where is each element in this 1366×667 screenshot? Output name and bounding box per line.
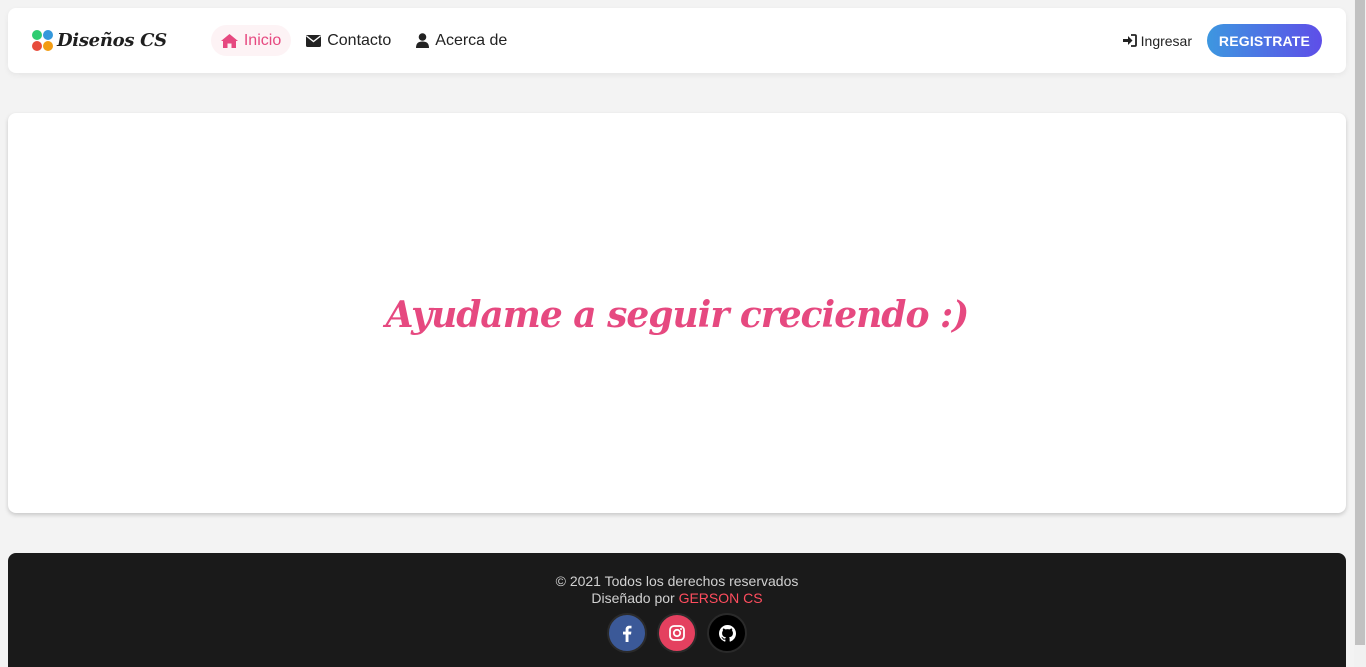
sign-in-icon <box>1122 34 1137 47</box>
nav-item-label: Contacto <box>327 31 392 49</box>
facebook-icon <box>623 625 632 642</box>
vertical-scrollbar[interactable] <box>1354 0 1366 667</box>
register-button[interactable]: REGISTRATE <box>1207 24 1322 57</box>
login-link[interactable]: Ingresar <box>1122 32 1192 49</box>
envelope-icon <box>306 34 322 47</box>
main-nav: Inicio Contacto Acerca de <box>210 25 522 56</box>
footer: © 2021 Todos los derechos reservados Dis… <box>8 553 1346 667</box>
nav-item-inicio[interactable]: Inicio <box>210 25 292 56</box>
copyright-text: © 2021 Todos los derechos reservados <box>555 573 799 589</box>
author-link[interactable]: GERSON CS <box>679 590 763 606</box>
user-icon <box>416 33 430 48</box>
instagram-icon <box>669 625 685 641</box>
social-links <box>8 613 1346 653</box>
github-link[interactable] <box>707 613 747 653</box>
page: Diseños CS Inicio Contacto Acerca de Ing… <box>0 0 1354 667</box>
hero-heading: Ayudame a seguir creciendo :) <box>385 294 970 336</box>
designed-by-label: Diseñado por <box>591 590 675 606</box>
nav-item-label: Acerca de <box>435 31 508 49</box>
brand-logo-icon <box>32 29 54 52</box>
hero-card: Ayudame a seguir creciendo :) <box>8 113 1346 513</box>
github-icon <box>718 624 736 642</box>
brand-name: Diseños CS <box>57 30 167 51</box>
login-label: Ingresar <box>1140 32 1192 49</box>
brand-link[interactable]: Diseños CS <box>32 8 167 73</box>
instagram-link[interactable] <box>657 613 697 653</box>
nav-item-acerca[interactable]: Acerca de <box>406 25 517 56</box>
auth-actions: Ingresar REGISTRATE <box>1122 24 1322 57</box>
designer-credit: Diseñado por GERSON CS <box>8 590 1346 607</box>
scrollbar-thumb[interactable] <box>1355 0 1365 645</box>
home-icon <box>220 33 238 48</box>
navbar: Diseños CS Inicio Contacto Acerca de Ing… <box>8 8 1346 73</box>
nav-item-contacto[interactable]: Contacto <box>296 25 401 56</box>
facebook-link[interactable] <box>607 613 647 653</box>
nav-item-label: Inicio <box>243 31 282 49</box>
